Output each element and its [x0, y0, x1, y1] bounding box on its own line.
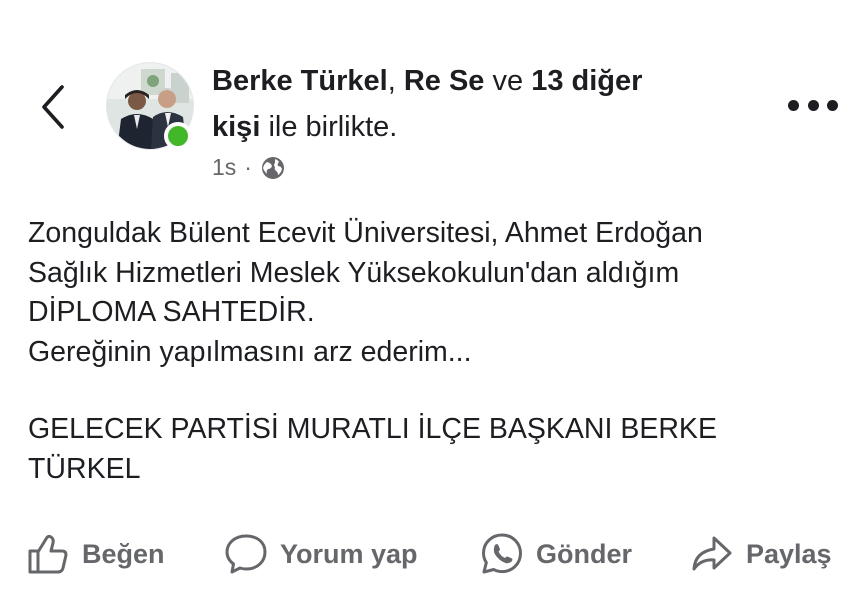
- post-body-text: Zonguldak Bülent Ecevit Üniversitesi, Ah…: [28, 214, 848, 489]
- more-dots-icon: [788, 99, 799, 111]
- author-separator: ,: [387, 65, 396, 97]
- share-label: Paylaş: [746, 538, 832, 569]
- with-text: ile birlikte.: [268, 111, 398, 143]
- author-name-secondary[interactable]: Re Se: [404, 65, 485, 97]
- post-text-line: Sağlık Hizmetleri Meslek Yüksekokulun'da…: [28, 256, 680, 289]
- post-text-line: TÜRKEL: [28, 452, 141, 485]
- send-button[interactable]: Gönder: [480, 526, 632, 582]
- comment-label: Yorum yap: [280, 538, 418, 569]
- post-meta: 1s ·: [212, 154, 732, 181]
- post-text-line: Gereğinin yapılmasını arz ederim...: [28, 335, 472, 368]
- post-timestamp[interactable]: 1s: [212, 154, 236, 181]
- like-label: Beğen: [82, 538, 165, 569]
- whatsapp-icon: [482, 533, 522, 574]
- share-button[interactable]: Paylaş: [690, 526, 832, 582]
- post-authors: Berke Türkel, Re Se ve 13 diğer kişi ile…: [212, 58, 732, 150]
- authors-line: Berke Türkel, Re Se ve 13 diğer: [212, 58, 732, 104]
- thumbs-up-icon: [28, 534, 68, 574]
- author-name-primary[interactable]: Berke Türkel: [212, 65, 388, 97]
- post-text-line: GELECEK PARTİSİ MURATLI İLÇE BAŞKANI BER…: [28, 413, 717, 445]
- connector-text: ve: [492, 65, 524, 97]
- globe-icon: [261, 156, 284, 179]
- chevron-left-icon: [42, 85, 64, 129]
- online-status-indicator: [164, 122, 192, 150]
- more-options-button[interactable]: [788, 92, 838, 118]
- authors-line: kişi ile birlikte.: [212, 104, 732, 150]
- more-dots-icon: [827, 99, 838, 111]
- more-dots-icon: [807, 99, 819, 111]
- like-button[interactable]: Beğen: [26, 526, 165, 582]
- post-action-bar: Beğen Yorum yap Gönder Paylaş: [0, 526, 865, 582]
- others-count-link-tail[interactable]: kişi: [212, 111, 260, 143]
- meta-separator: ·: [244, 154, 252, 180]
- comment-button[interactable]: Yorum yap: [224, 526, 418, 582]
- send-label: Gönder: [536, 538, 633, 569]
- comment-bubble-icon: [225, 534, 267, 574]
- post-text-line: Zonguldak Bülent Ecevit Üniversitesi, Ah…: [28, 217, 703, 249]
- share-arrow-icon: [692, 536, 732, 571]
- others-count-link[interactable]: 13 diğer: [531, 65, 642, 97]
- back-button[interactable]: [30, 80, 76, 134]
- post-detail-screen: Berke Türkel, Re Se ve 13 diğer kişi ile…: [0, 0, 865, 606]
- post-text-line: DİPLOMA SAHTEDİR.: [28, 296, 315, 328]
- post-header: Berke Türkel, Re Se ve 13 diğer kişi ile…: [212, 58, 732, 181]
